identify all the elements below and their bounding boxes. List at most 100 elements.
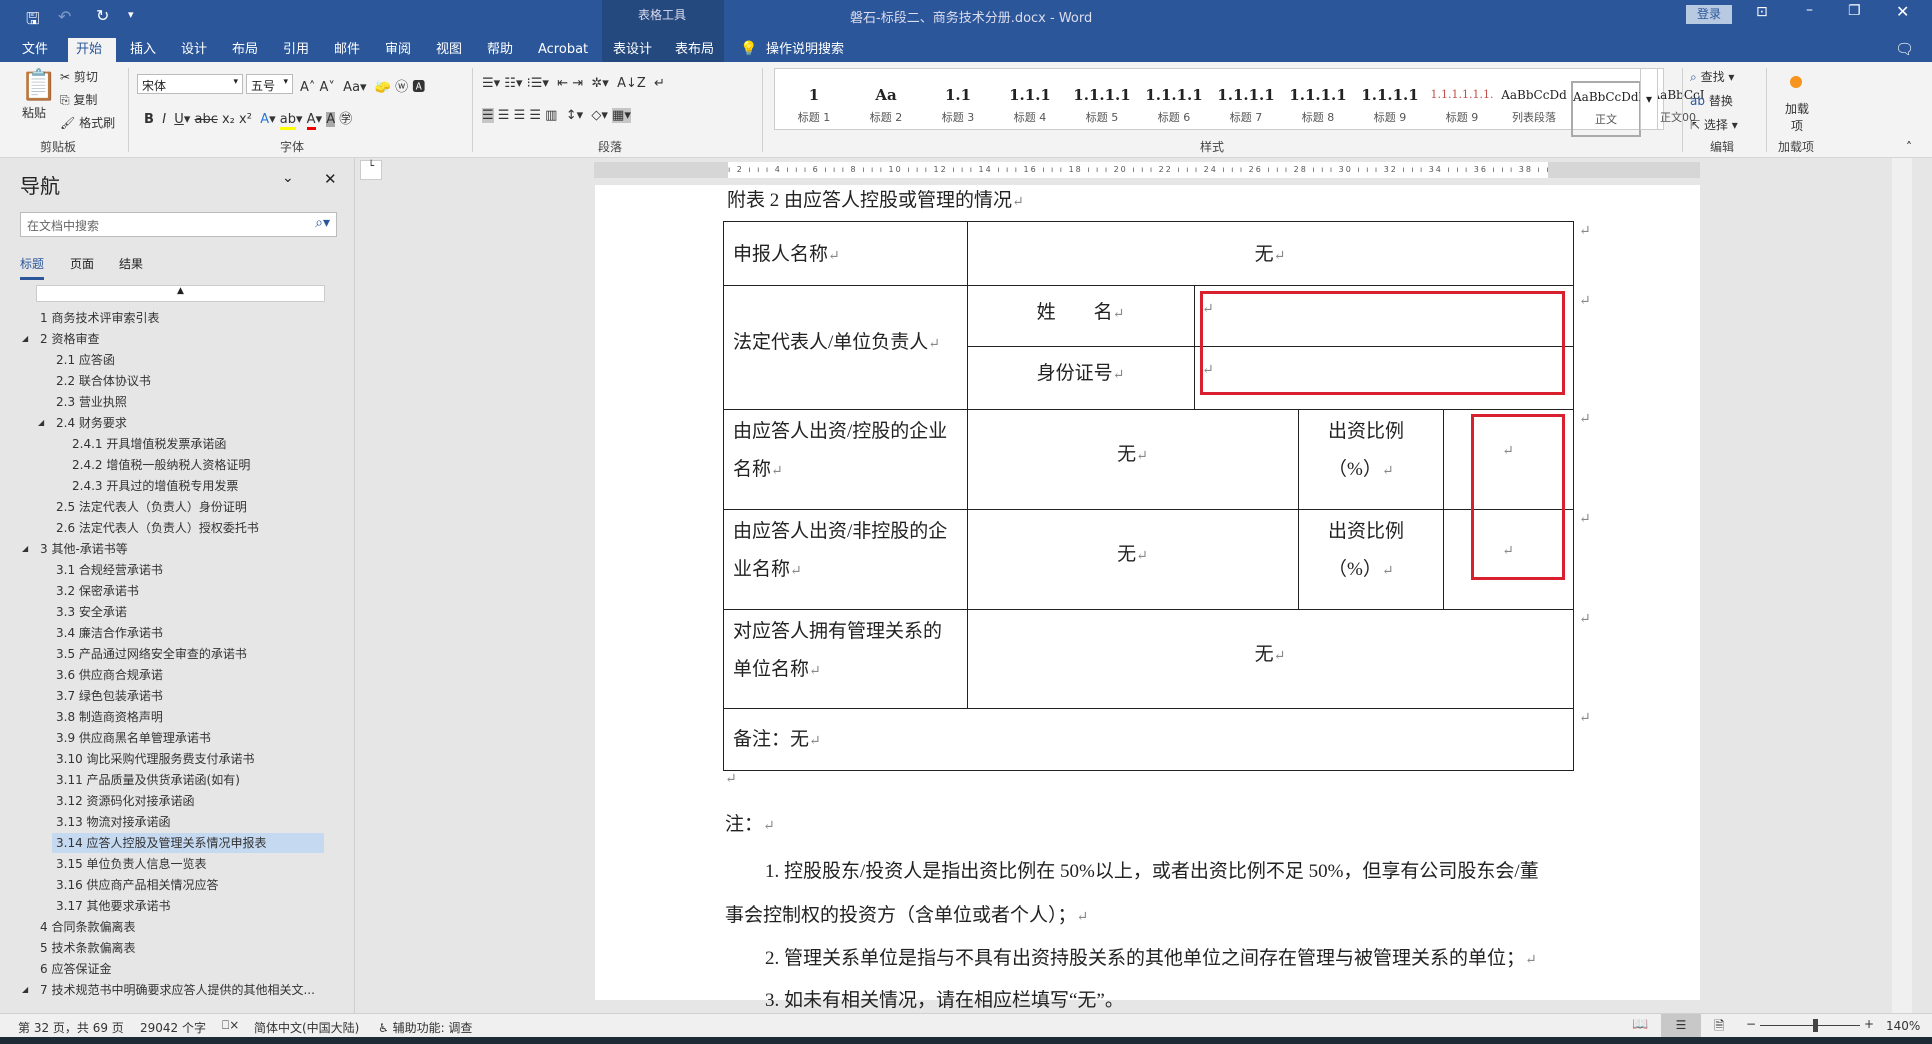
- horizontal-ruler[interactable]: ı 2 ı ı ı 4 ı ı ı 6 ı ı ı 8 ı ı ı 10 ı ı…: [594, 162, 1700, 178]
- nav-heading-item[interactable]: 3.7 绿色包装承诺书: [52, 686, 163, 706]
- expand-arrow-icon[interactable]: ◢: [22, 329, 28, 349]
- nav-heading-item[interactable]: 2.3 营业执照: [52, 392, 127, 412]
- nav-heading-item[interactable]: 3.15 单位负责人信息一览表: [52, 854, 207, 874]
- accessibility-status[interactable]: ♿ 辅助功能: 调查: [378, 1019, 472, 1036]
- nav-heading-item[interactable]: 3.3 安全承诺: [52, 602, 127, 622]
- tab-design[interactable]: 设计: [173, 38, 215, 62]
- zoom-slider[interactable]: [1760, 1025, 1860, 1026]
- tab-table-layout[interactable]: 表布局: [667, 38, 722, 62]
- tab-layout[interactable]: 布局: [224, 38, 266, 62]
- font-size-select[interactable]: 五号 ▾: [246, 74, 293, 94]
- nav-heading-item[interactable]: 4 合同条款偏离表: [36, 917, 135, 937]
- nav-tab-headings[interactable]: 标题: [20, 255, 45, 280]
- nav-heading-item[interactable]: 2 资格审查: [36, 329, 99, 349]
- paste-icon[interactable]: 📋: [20, 68, 57, 103]
- nav-close-icon[interactable]: ✕: [324, 170, 337, 188]
- font-name-select[interactable]: 宋体 ▾: [137, 74, 243, 94]
- style-item[interactable]: Aa 标题 2: [851, 81, 921, 137]
- word-count[interactable]: 29042 个字: [140, 1019, 206, 1036]
- tab-references[interactable]: 引用: [275, 38, 317, 62]
- style-item[interactable]: AaBbCcDdI 正文: [1571, 81, 1643, 137]
- style-item[interactable]: 1.1.1.1 标题 5: [1067, 81, 1137, 137]
- nav-heading-item[interactable]: 5 技术条款偏离表: [36, 938, 135, 958]
- nav-heading-item[interactable]: 2.6 法定代表人（负责人）授权委托书: [52, 518, 259, 538]
- nav-heading-item[interactable]: 3.9 供应商黑名单管理承诺书: [52, 728, 211, 748]
- comments-icon[interactable]: 🗨: [1895, 40, 1914, 58]
- nav-heading-item[interactable]: 1 商务技术评审索引表: [36, 308, 159, 328]
- format-painter-button[interactable]: 🖌 格式刷: [60, 114, 115, 131]
- tab-home[interactable]: 开始: [68, 38, 116, 62]
- find-button[interactable]: ⌕ 查找 ▾: [1690, 68, 1734, 85]
- nav-heading-item[interactable]: 3.10 询比采购代理服务费支付承诺书: [52, 749, 255, 769]
- replace-button[interactable]: ab 替换: [1690, 92, 1733, 109]
- tab-mailings[interactable]: 邮件: [326, 38, 368, 62]
- read-mode-icon[interactable]: 📖: [1632, 1017, 1648, 1032]
- zoom-out-button[interactable]: −: [1746, 1017, 1756, 1031]
- tab-stop-selector[interactable]: └: [360, 160, 382, 180]
- tab-review[interactable]: 审阅: [377, 38, 419, 62]
- tab-insert[interactable]: 插入: [122, 38, 164, 62]
- web-layout-icon[interactable]: 🗎: [1714, 1017, 1724, 1039]
- nav-heading-item[interactable]: 6 应答保证金: [36, 959, 111, 979]
- close-icon[interactable]: ✕: [1896, 2, 1909, 21]
- expand-arrow-icon[interactable]: ◢: [22, 980, 28, 1000]
- nav-heading-item[interactable]: 2.5 法定代表人（负责人）身份证明: [52, 497, 247, 517]
- nav-heading-item[interactable]: 3.1 合规经营承诺书: [52, 560, 163, 580]
- nav-tab-pages[interactable]: 页面: [70, 255, 94, 272]
- restore-icon[interactable]: ❐: [1848, 3, 1861, 19]
- nav-heading-item[interactable]: 3.11 产品质量及供货承诺函(如有): [52, 770, 240, 790]
- page-count[interactable]: 第 32 页，共 69 页: [18, 1019, 124, 1036]
- language[interactable]: 简体中文(中国大陆): [254, 1019, 359, 1036]
- nav-heading-item[interactable]: 3.13 物流对接承诺函: [52, 812, 171, 832]
- style-item[interactable]: AaBbCcDd 列表段落: [1499, 81, 1569, 137]
- tab-file[interactable]: 文件: [14, 38, 56, 62]
- nav-options-icon[interactable]: ⌄: [282, 170, 294, 186]
- save-icon[interactable]: 🖫: [26, 8, 40, 35]
- style-item[interactable]: 1.1.1.1 标题 7: [1211, 81, 1281, 137]
- tab-help[interactable]: 帮助: [479, 38, 521, 62]
- select-button[interactable]: ⇱ 选择 ▾: [1690, 116, 1738, 133]
- style-item[interactable]: 1.1 标题 3: [923, 81, 993, 137]
- style-item[interactable]: 1.1.1.1 标题 8: [1283, 81, 1353, 137]
- minimize-icon[interactable]: –: [1806, 2, 1813, 18]
- customize-qat-icon[interactable]: ▾: [128, 8, 134, 21]
- signin-button[interactable]: 登录: [1686, 5, 1732, 24]
- nav-heading-item[interactable]: 3.2 保密承诺书: [52, 581, 139, 601]
- zoom-slider-thumb[interactable]: [1813, 1019, 1818, 1032]
- styles-more-button[interactable]: ▾: [1640, 68, 1658, 130]
- nav-heading-item[interactable]: 3.4 廉洁合作承诺书: [52, 623, 163, 643]
- nav-heading-item[interactable]: 2.1 应答函: [52, 350, 115, 370]
- nav-heading-item[interactable]: 3.17 其他要求承诺书: [52, 896, 171, 916]
- font-size-controls[interactable]: A˄ A˅ Aa▾ 🧽 ⓦ 🅰: [300, 76, 425, 95]
- collapse-ribbon-icon[interactable]: ˄: [1906, 140, 1912, 154]
- nav-tab-results[interactable]: 结果: [119, 255, 143, 272]
- nav-heading-item[interactable]: 3.6 供应商合规承诺: [52, 665, 163, 685]
- undo-icon[interactable]: ↶: [58, 7, 71, 26]
- nav-heading-item[interactable]: 2.4.1 开具增值税发票承诺函: [68, 434, 226, 454]
- redo-icon[interactable]: ↻: [96, 6, 109, 25]
- style-item[interactable]: 1.1.1 标题 4: [995, 81, 1065, 137]
- nav-scroll-up-button[interactable]: ▲: [36, 285, 325, 302]
- zoom-in-button[interactable]: +: [1864, 1017, 1874, 1031]
- paste-button[interactable]: 粘贴: [22, 104, 46, 121]
- nav-heading-item[interactable]: 7 技术规范书中明确要求应答人提供的其他相关文...: [36, 980, 315, 1000]
- nav-heading-item[interactable]: 2.4.2 增值税一般纳税人资格证明: [68, 455, 250, 475]
- print-layout-icon[interactable]: ☰: [1661, 1014, 1701, 1037]
- tell-me-search[interactable]: 操作说明搜索: [758, 38, 852, 62]
- alignment-buttons[interactable]: ☰ ☰ ☰ ☰ ▥ ↕▾ ◇▾ ▦▾: [482, 108, 631, 123]
- tab-acrobat[interactable]: Acrobat: [530, 38, 596, 62]
- nav-heading-item[interactable]: 3 其他-承诺书等: [36, 539, 128, 559]
- expand-arrow-icon[interactable]: ◢: [22, 539, 28, 559]
- vertical-scrollbar[interactable]: [1892, 158, 1912, 1013]
- style-item[interactable]: 1.1.1.1 标题 6: [1139, 81, 1209, 137]
- expand-arrow-icon[interactable]: ◢: [38, 413, 44, 433]
- nav-heading-item[interactable]: 3.5 产品通过网络安全审查的承诺书: [52, 644, 247, 664]
- cut-button[interactable]: ✂ 剪切: [60, 68, 98, 85]
- ribbon-display-icon[interactable]: ⊡: [1756, 4, 1768, 20]
- nav-heading-item[interactable]: 3.8 制造商资格声明: [52, 707, 163, 727]
- remark-cell[interactable]: [723, 708, 1574, 771]
- font-format-buttons[interactable]: B I U▾ abc x₂ x² A▾ ab▾ A▾ A ㊫: [144, 108, 352, 130]
- proofing-icon[interactable]: ⎕×: [222, 1018, 239, 1033]
- nav-heading-item[interactable]: 2.4 财务要求: [52, 413, 127, 433]
- nav-heading-item[interactable]: 2.4.3 开具过的增值税专用发票: [68, 476, 238, 496]
